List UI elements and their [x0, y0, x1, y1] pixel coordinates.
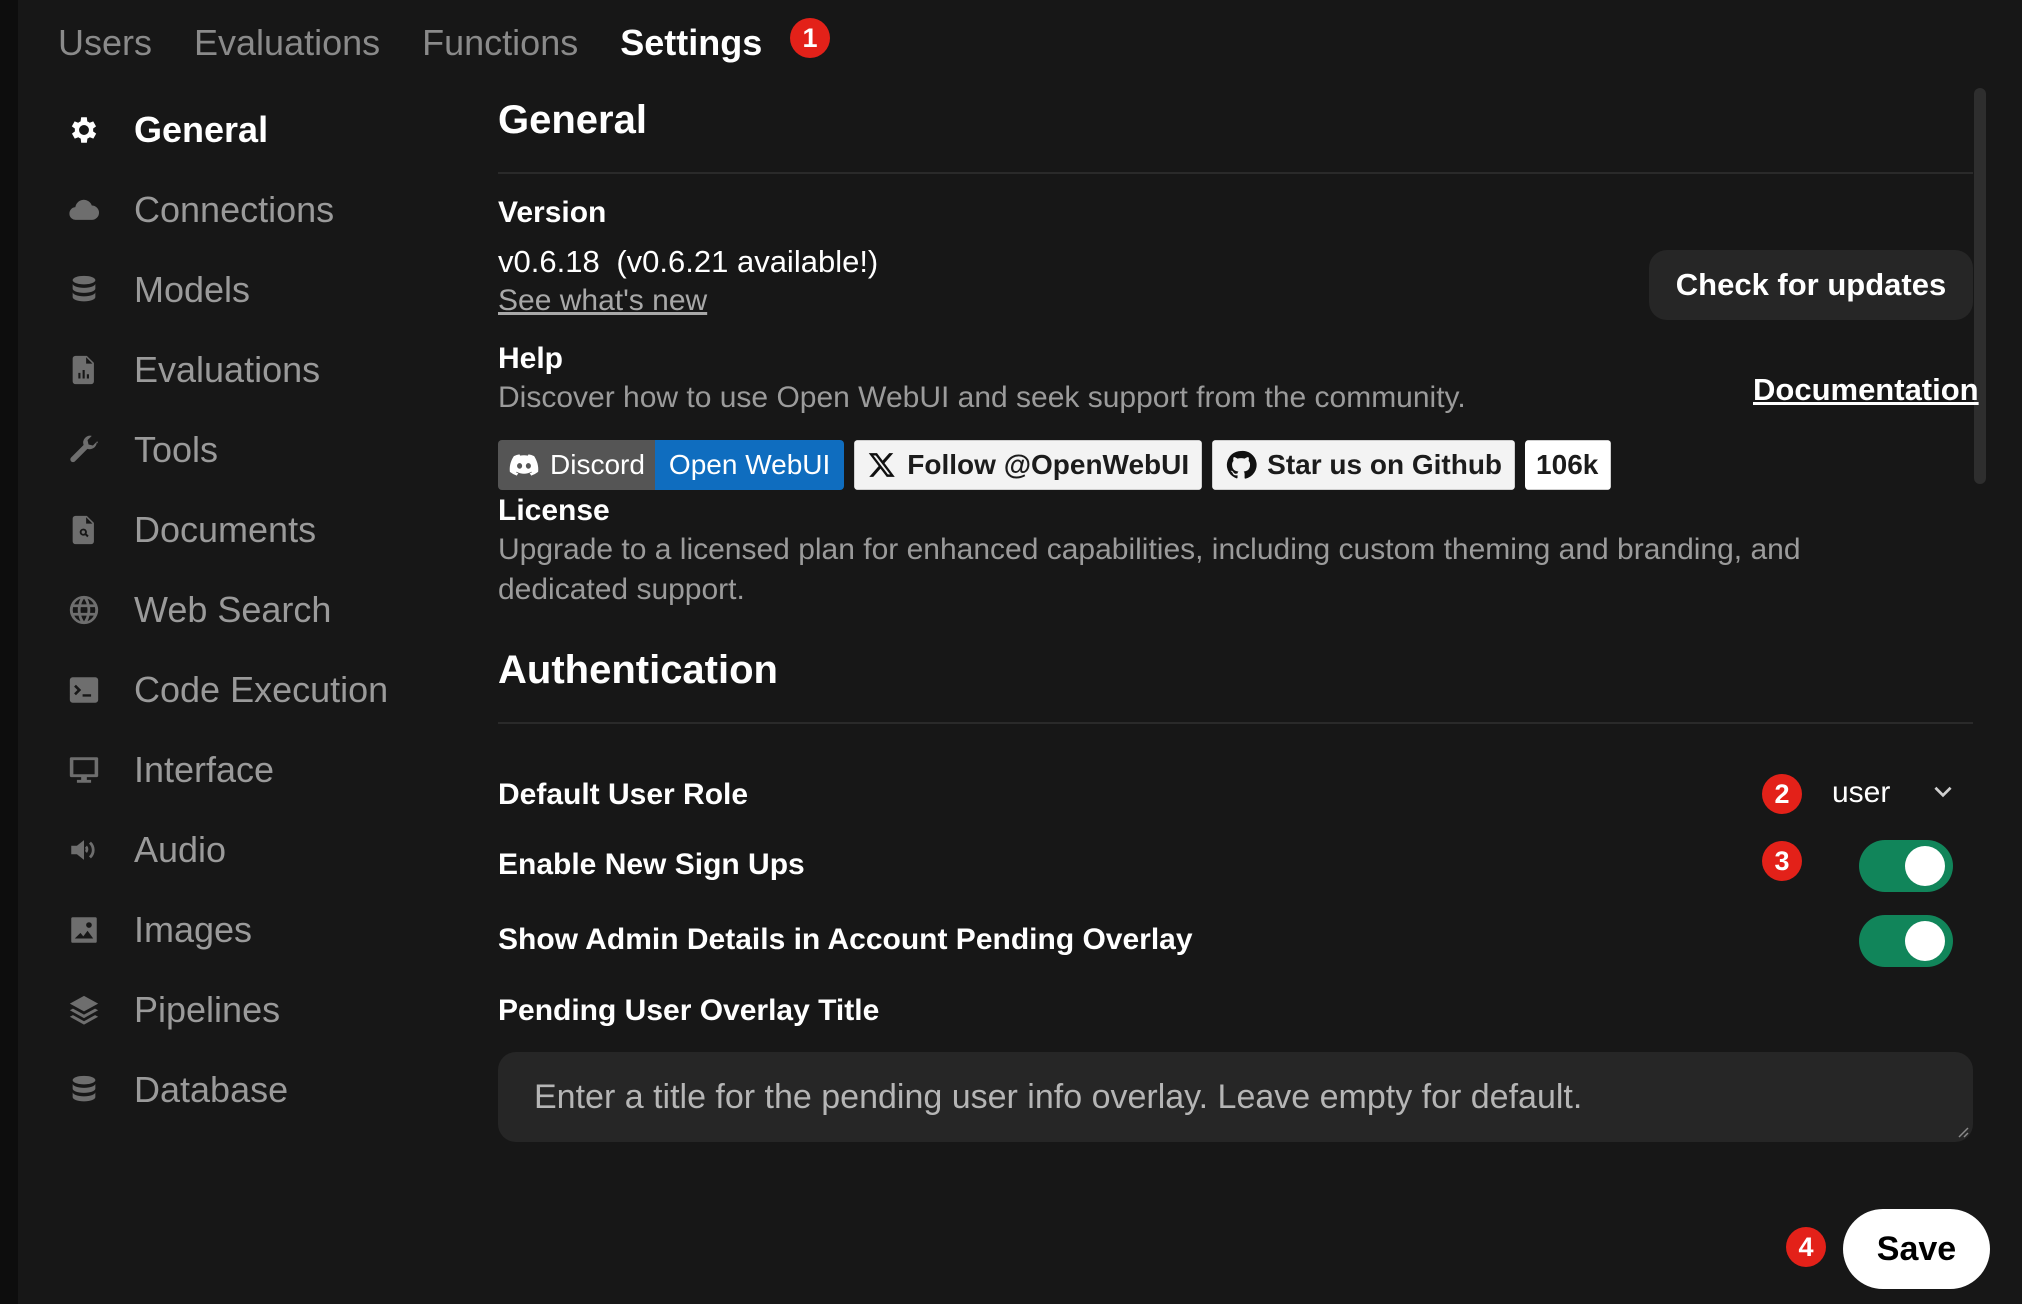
overlay-title-label: Pending User Overlay Title — [498, 994, 880, 1027]
help-label: Help — [498, 342, 564, 375]
sidebar-item-label: Interface — [134, 749, 275, 790]
tab-users[interactable]: Users — [58, 18, 152, 68]
database-icon — [62, 1068, 106, 1112]
sidebar-item-audio[interactable]: Audio — [62, 810, 442, 890]
settings-main: General Version v0.6.18 (v0.6.21 availab… — [498, 90, 1973, 724]
step-badge: 3 — [1762, 841, 1802, 881]
documentation-link[interactable]: Documentation — [1753, 372, 1979, 408]
sidebar-item-connections[interactable]: Connections — [62, 170, 442, 250]
database-icon — [62, 268, 106, 312]
sidebar-item-code-execution[interactable]: Code Execution — [62, 650, 442, 730]
github-badge-body: Star us on Github — [1212, 440, 1516, 490]
tab-settings[interactable]: Settings — [620, 18, 762, 68]
gear-icon — [62, 108, 106, 152]
sidebar-item-web-search[interactable]: Web Search — [62, 570, 442, 650]
sidebar-item-label: Models — [134, 269, 251, 310]
top-tabs: Users Evaluations Functions Settings — [58, 18, 762, 68]
sidebar-item-general[interactable]: General — [62, 90, 442, 170]
monitor-icon — [62, 748, 106, 792]
cloud-icon — [62, 188, 106, 232]
resize-handle-icon[interactable] — [1955, 1124, 1969, 1138]
default-user-role-value: user — [1832, 776, 1891, 809]
admin-details-toggle[interactable] — [1859, 915, 1953, 967]
github-icon — [1227, 450, 1257, 479]
toggle-knob — [1905, 921, 1945, 961]
sidebar-item-label: Documents — [134, 509, 317, 550]
sidebar-item-interface[interactable]: Interface — [62, 730, 442, 810]
admin-details-label: Show Admin Details in Account Pending Ov… — [498, 923, 1193, 956]
globe-icon — [62, 588, 106, 632]
github-badge-label: Star us on Github — [1267, 449, 1503, 480]
speaker-icon — [62, 828, 106, 872]
general-title: General — [498, 98, 647, 142]
social-badges: Discord Open WebUI Follow @OpenWebUI Sta… — [498, 440, 1612, 490]
sidebar-item-label: Images — [134, 909, 253, 950]
help-description: Discover how to use Open WebUI and seek … — [498, 381, 1466, 414]
tab-functions[interactable]: Functions — [422, 18, 578, 68]
document-search-icon — [62, 508, 106, 552]
sidebar-item-models[interactable]: Models — [62, 250, 442, 330]
tab-evaluations[interactable]: Evaluations — [194, 18, 380, 68]
enable-signups-toggle[interactable] — [1859, 840, 1953, 892]
version-available: (v0.6.21 available!) — [616, 244, 879, 279]
terminal-icon — [62, 668, 106, 712]
enable-signups-label: Enable New Sign Ups — [498, 848, 805, 881]
sidebar-item-label: Evaluations — [134, 349, 321, 390]
twitter-badge-label: Follow @OpenWebUI — [907, 449, 1190, 480]
sidebar-item-label: General — [134, 109, 269, 150]
sidebar-item-label: Code Execution — [134, 669, 389, 710]
overlay-title-input[interactable]: Enter a title for the pending user info … — [498, 1052, 1973, 1142]
step-badge: 4 — [1786, 1227, 1826, 1267]
settings-sidebar: General Connections Models Evaluations T… — [62, 90, 442, 1130]
sidebar-item-label: Tools — [134, 429, 219, 470]
discord-badge-left: Discord — [498, 440, 655, 490]
sidebar-item-tools[interactable]: Tools — [62, 410, 442, 490]
sidebar-item-label: Web Search — [134, 589, 332, 630]
twitter-badge-body: Follow @OpenWebUI — [854, 440, 1203, 490]
sidebar-item-evaluations[interactable]: Evaluations — [62, 330, 442, 410]
version-value: v0.6.18 — [498, 244, 600, 279]
save-button[interactable]: Save — [1843, 1209, 1990, 1289]
image-icon — [62, 908, 106, 952]
sidebar-item-label: Pipelines — [134, 989, 281, 1030]
sidebar-item-label: Database — [134, 1069, 289, 1110]
discord-badge-label: Discord — [550, 449, 645, 480]
discord-badge[interactable]: Discord Open WebUI — [498, 440, 845, 490]
section-divider — [498, 722, 1973, 724]
sidebar-item-database[interactable]: Database — [62, 1050, 442, 1130]
github-count-value: 106k — [1525, 440, 1612, 490]
discord-badge-right: Open WebUI — [654, 440, 845, 490]
authentication-title: Authentication — [498, 648, 778, 692]
license-description: Upgrade to a licensed plan for enhanced … — [498, 533, 1801, 606]
overlay-title-placeholder: Enter a title for the pending user info … — [534, 1077, 1583, 1116]
default-user-role-select[interactable]: user — [1832, 776, 1956, 810]
default-user-role-label: Default User Role — [498, 778, 749, 811]
sidebar-item-label: Audio — [134, 829, 227, 870]
sidebar-item-label: Connections — [134, 189, 335, 230]
license-label: License — [498, 494, 610, 527]
wrench-icon — [62, 428, 106, 472]
step-badge: 1 — [790, 18, 830, 58]
github-star-badge[interactable]: Star us on Github — [1212, 440, 1516, 490]
document-chart-icon — [62, 348, 106, 392]
x-logo-icon — [869, 453, 896, 477]
chevron-down-icon — [1930, 778, 1956, 809]
section-divider — [498, 172, 1973, 174]
sidebar-item-pipelines[interactable]: Pipelines — [62, 970, 442, 1050]
sidebar-item-images[interactable]: Images — [62, 890, 442, 970]
whats-new-link[interactable]: See what's new — [498, 284, 707, 317]
sidebar-item-documents[interactable]: Documents — [62, 490, 442, 570]
window-edge — [0, 0, 18, 1304]
version-label: Version — [498, 196, 607, 229]
step-badge: 2 — [1762, 774, 1802, 814]
discord-icon — [509, 454, 539, 476]
github-star-count[interactable]: 106k — [1525, 440, 1612, 490]
twitter-follow-badge[interactable]: Follow @OpenWebUI — [854, 440, 1203, 490]
check-updates-button[interactable]: Check for updates — [1649, 250, 1973, 320]
layers-icon — [62, 988, 106, 1032]
scrollbar[interactable] — [1974, 88, 1986, 484]
toggle-knob — [1905, 846, 1945, 886]
